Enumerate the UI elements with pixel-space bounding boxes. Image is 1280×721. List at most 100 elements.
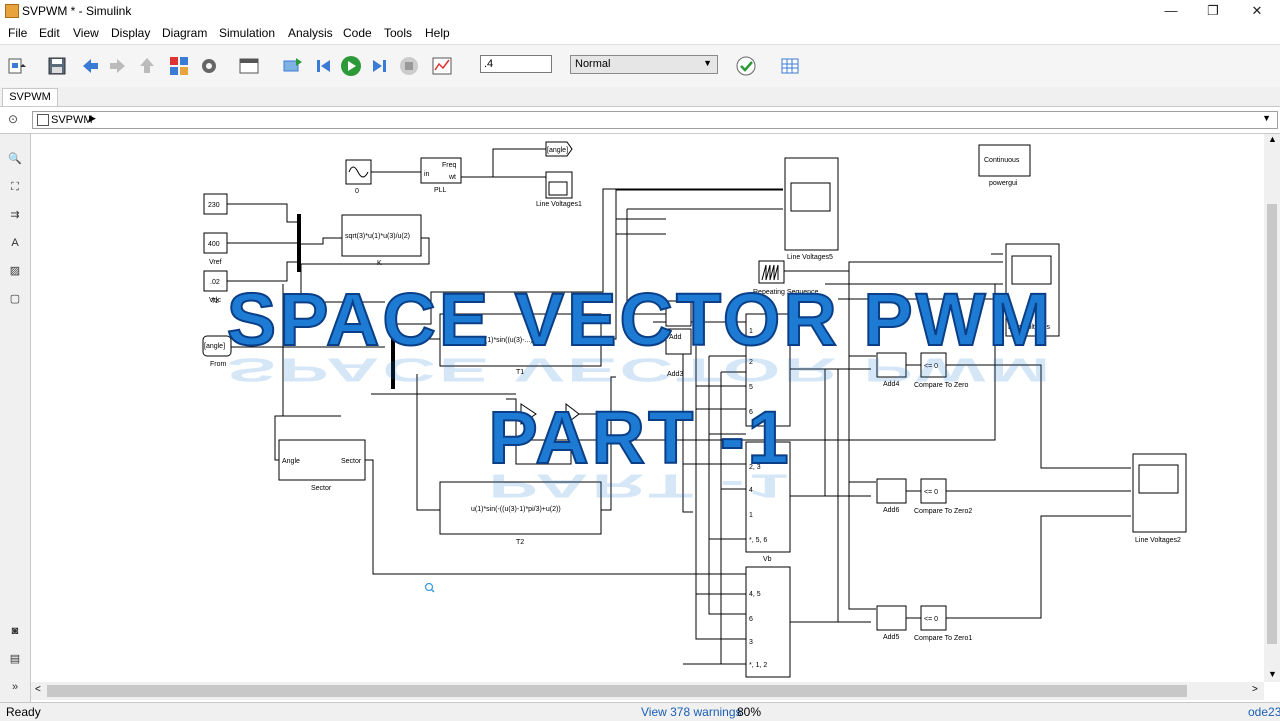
library-browser-icon[interactable]	[168, 55, 190, 77]
vdc-value: 400	[208, 241, 220, 248]
annotation-icon[interactable]: A	[6, 234, 24, 252]
scope-icon[interactable]	[431, 55, 453, 77]
tab-svpwm[interactable]: SVPWM	[2, 88, 58, 106]
powergui-label: powergui	[989, 180, 1018, 187]
horizontal-scroll-thumb[interactable]	[47, 685, 1187, 697]
run-icon[interactable]	[340, 55, 362, 77]
sw3-port4: *, 1, 2	[749, 662, 767, 669]
vref-value: 230	[208, 202, 220, 209]
compare3-value: <= 0	[924, 616, 938, 623]
pll-freq: Freq	[442, 162, 457, 169]
stop-icon[interactable]	[398, 55, 420, 77]
close-button[interactable]: ✕	[1242, 2, 1272, 20]
scroll-right-icon[interactable]: >	[1252, 684, 1258, 695]
sw3-port2: 6	[749, 616, 753, 623]
title-bar: SVPWM * - Simulink — ❐ ✕	[0, 0, 1280, 22]
window-title: SVPWM * - Simulink	[22, 4, 132, 18]
overlay-title-line1-reflection: SPACE VECTOR PWM	[226, 351, 1054, 389]
vertical-scrollbar[interactable]: ▲ ▼	[1264, 134, 1280, 682]
camera-icon[interactable]: ◙	[6, 622, 24, 640]
sw2-port3: 1	[749, 512, 753, 519]
step-back-icon[interactable]	[312, 55, 334, 77]
overlay-title-line2-reflection: PART -1	[488, 467, 792, 505]
compare3-label: Compare To Zero1	[914, 635, 972, 642]
grid-icon[interactable]	[779, 55, 801, 77]
arrow-icon[interactable]: ⇉	[6, 206, 24, 224]
sine-value: 0	[355, 188, 359, 195]
simulation-mode-select[interactable]: Normal ▼	[570, 55, 718, 74]
simulation-mode-value: Normal	[575, 58, 611, 70]
add5-label: Add5	[883, 634, 899, 641]
minimize-button[interactable]: —	[1156, 2, 1186, 20]
chevron-down-icon: ▼	[703, 58, 712, 68]
hide-browser-icon[interactable]: ⊙	[8, 112, 18, 126]
menu-code[interactable]: Code	[343, 26, 372, 40]
forward-icon[interactable]	[107, 55, 129, 77]
overlay-title-line1: SPACE VECTOR PWM	[226, 277, 1054, 362]
model-explorer-icon[interactable]	[238, 55, 260, 77]
fcn-t2: u(1)*sin(-((u(3)-1)*pi/3)+u(2))	[471, 506, 561, 513]
menu-analysis[interactable]: Analysis	[288, 26, 333, 40]
model-browser-icon[interactable]: ▤	[6, 650, 24, 668]
tab-bar: SVPWM	[0, 87, 1280, 107]
solver-name[interactable]: ode23	[1248, 705, 1280, 719]
refresh-icon[interactable]	[282, 55, 304, 77]
status-ready: Ready	[6, 705, 41, 719]
fcn-k: sqrt(3)*u(1)*u(3)/u(2)	[345, 233, 410, 240]
gear-icon[interactable]	[198, 55, 220, 77]
menu-simulation[interactable]: Simulation	[219, 26, 275, 40]
back-icon[interactable]	[79, 55, 101, 77]
fit-view-icon[interactable]: ⛶	[6, 178, 24, 196]
step-forward-icon[interactable]	[369, 55, 391, 77]
scope1-label: Line Voltages1	[536, 201, 582, 208]
sw3-port3: 3	[749, 639, 753, 646]
horizontal-scrollbar[interactable]: < >	[31, 682, 1264, 700]
scope2-label: Line Voltages2	[1135, 537, 1181, 544]
pll-label: PLL	[434, 187, 447, 194]
pll-wt: wt	[448, 174, 456, 181]
breadcrumb[interactable]: SVPWM ▶ ▼	[32, 111, 1278, 129]
stop-time-input[interactable]	[480, 55, 552, 73]
check-icon[interactable]	[735, 55, 757, 77]
menu-bar: File Edit View Display Diagram Simulatio…	[0, 23, 1280, 43]
menu-diagram[interactable]: Diagram	[162, 26, 207, 40]
new-model-icon[interactable]	[6, 55, 28, 77]
vb-label: Vb	[763, 556, 772, 563]
t2-label: T2	[516, 539, 524, 546]
warnings-link[interactable]: View 378 warnings	[641, 705, 742, 719]
goto-angle: [angle]	[547, 147, 568, 154]
simulink-app-icon	[5, 4, 19, 18]
menu-view[interactable]: View	[73, 26, 99, 40]
scroll-up-icon[interactable]: ▲	[1268, 134, 1277, 144]
compare2-label: Compare To Zero2	[914, 508, 972, 515]
vref-label: Vref	[209, 259, 222, 266]
toolbar: Normal ▼	[0, 44, 1280, 88]
menu-tools[interactable]: Tools	[384, 26, 412, 40]
add6-label: Add6	[883, 507, 899, 514]
save-icon[interactable]	[46, 55, 68, 77]
scroll-left-icon[interactable]: <	[35, 684, 41, 695]
maximize-button[interactable]: ❐	[1198, 2, 1228, 20]
menu-edit[interactable]: Edit	[39, 26, 60, 40]
scroll-down-icon[interactable]: ▼	[1268, 669, 1277, 679]
sw3-port1: 4, 5	[749, 591, 761, 598]
scope5-label: Line Voltages5	[787, 254, 833, 261]
k-label: K	[377, 260, 382, 267]
sw2-port4: *, 5, 6	[749, 537, 767, 544]
expand-icon[interactable]: »	[6, 678, 24, 696]
menu-display[interactable]: Display	[111, 26, 150, 40]
zoom-level: 80%	[737, 705, 762, 719]
up-icon[interactable]	[136, 55, 158, 77]
menu-file[interactable]: File	[8, 26, 27, 40]
model-icon	[37, 114, 49, 126]
powergui-text: Continuous	[984, 157, 1020, 164]
address-bar: ⊙ SVPWM ▶ ▼	[0, 107, 1280, 134]
vertical-scroll-thumb[interactable]	[1267, 204, 1277, 644]
breadcrumb-arrow-icon: ▶	[89, 113, 96, 123]
pll-in: in	[424, 171, 430, 178]
menu-help[interactable]: Help	[425, 26, 450, 40]
breadcrumb-model[interactable]: SVPWM	[51, 114, 93, 126]
zoom-icon[interactable]: 🔍	[6, 150, 24, 168]
chevron-down-icon[interactable]: ▼	[1262, 113, 1271, 123]
status-bar: Ready View 378 warnings 80% ode23	[0, 702, 1280, 721]
